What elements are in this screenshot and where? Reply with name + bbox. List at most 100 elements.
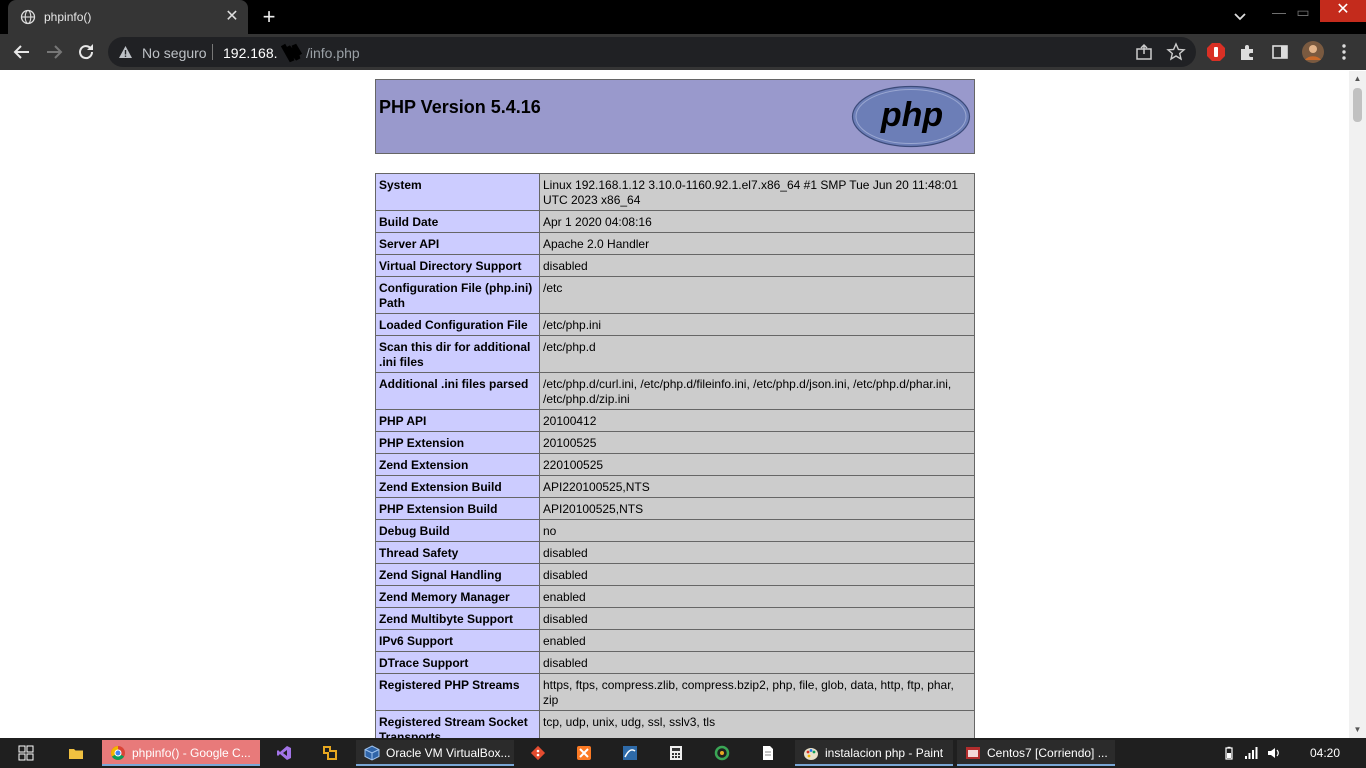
taskbar-task-paint[interactable]: instalacion php - Paint (795, 740, 953, 766)
row-label: Thread Safety (375, 541, 540, 564)
signal-icon[interactable] (1244, 746, 1258, 760)
warning-triangle-icon[interactable] (118, 45, 133, 59)
visual-studio-icon (277, 746, 291, 760)
table-row: Thread Safety disabled (375, 541, 975, 564)
url-host: 192.168. (223, 45, 278, 61)
row-label: Additional .ini files parsed (375, 372, 540, 410)
avatar[interactable] (1301, 40, 1325, 64)
table-row: PHP Extension 20100525 (375, 431, 975, 454)
row-label: Registered PHP Streams (375, 673, 540, 711)
row-value: Apache 2.0 Handler (539, 232, 975, 255)
table-row: Additional .ini files parsed/etc/php.d/c… (375, 372, 975, 410)
taskbar-task-chrome[interactable]: phpinfo() - Google C... (102, 740, 260, 766)
table-row: Registered Stream Socket Transports tcp, … (375, 710, 975, 738)
git-button[interactable] (524, 740, 552, 766)
row-label: PHP API (375, 409, 540, 432)
table-row: Zend Multibyte Support disabled (375, 607, 975, 630)
address-bar[interactable]: No seguro 192.168. /info.php (108, 37, 1196, 67)
task-label: instalacion php - Paint (825, 746, 944, 760)
row-value: disabled (539, 651, 975, 674)
visual-studio-button[interactable] (270, 740, 298, 766)
taskbar-task-centos-vm[interactable]: Centos7 [Corriendo] ... (957, 740, 1115, 766)
redaction-scribble (280, 43, 302, 63)
app-button-yellow[interactable] (316, 740, 344, 766)
forward-arrow-icon[interactable] (43, 41, 65, 63)
php-version-header: PHP Version 5.4.16 php (375, 79, 975, 154)
row-value: 220100525 (539, 453, 975, 476)
row-label: Server API (375, 232, 540, 255)
notepad-button[interactable] (754, 740, 782, 766)
table-row: Build Date Apr 1 2020 04:08:16 (375, 210, 975, 233)
chevron-down-icon[interactable] (1230, 8, 1250, 26)
row-label: Debug Build (375, 519, 540, 542)
menu-dots-icon[interactable] (1334, 42, 1354, 62)
virtualbox-icon (364, 745, 380, 761)
speaker-icon[interactable] (1267, 746, 1281, 760)
row-value: no (539, 519, 975, 542)
row-value: /etc/php.d (539, 335, 975, 373)
row-value: enabled (539, 585, 975, 608)
table-row: IPv6 Support enabled (375, 629, 975, 652)
row-value: Apr 1 2020 04:08:16 (539, 210, 975, 233)
chrome-icon (111, 746, 125, 760)
row-value: API20100525,NTS (539, 497, 975, 520)
scroll-up-arrow-icon[interactable]: ▲ (1353, 75, 1362, 83)
close-window-button[interactable]: ✕ (1320, 0, 1366, 22)
table-row: Virtual Directory Support disabled (375, 254, 975, 277)
table-row: Scan this dir for additional .ini files /… (375, 335, 975, 373)
xampp-icon (577, 746, 591, 760)
workbench-button[interactable] (616, 740, 644, 766)
app-button-green[interactable] (708, 740, 736, 766)
vertical-scrollbar[interactable]: ▲ ▼ (1349, 71, 1366, 738)
side-panel-icon[interactable] (1270, 42, 1290, 62)
table-row: Zend Memory Manager enabled (375, 585, 975, 608)
tool-icon (323, 746, 337, 760)
puzzle-icon[interactable] (1238, 42, 1258, 62)
browser-toolbar: No seguro 192.168. /info.php (0, 34, 1366, 70)
file-explorer-button[interactable] (62, 740, 90, 766)
table-row: Server API Apache 2.0 Handler (375, 232, 975, 255)
row-value: tcp, udp, unix, udg, ssl, sslv3, tls (539, 710, 975, 738)
globe-icon (20, 9, 36, 25)
row-label: PHP Extension Build (375, 497, 540, 520)
close-tab-icon[interactable]: ✕ (224, 9, 240, 25)
row-value: Linux 192.168.1.12 3.10.0-1160.92.1.el7.… (539, 173, 975, 211)
row-label: System (375, 173, 540, 211)
table-row: Zend Extension 220100525 (375, 453, 975, 476)
reload-icon[interactable] (75, 41, 97, 63)
calculator-button[interactable] (662, 740, 690, 766)
taskbar-clock[interactable]: 04:20 (1300, 738, 1350, 768)
row-label: Virtual Directory Support (375, 254, 540, 277)
row-label: PHP Extension (375, 431, 540, 454)
battery-icon[interactable] (1222, 746, 1236, 760)
php-logo-text: php (880, 96, 943, 134)
row-label: Configuration File (php.ini) Path (375, 276, 540, 314)
extension-stop-icon[interactable] (1206, 42, 1226, 62)
url-path: /info.php (306, 45, 360, 61)
row-value: disabled (539, 254, 975, 277)
row-value: disabled (539, 541, 975, 564)
task-view-icon (18, 745, 34, 761)
task-label: Centos7 [Corriendo] ... (987, 746, 1108, 760)
scroll-down-arrow-icon[interactable]: ▼ (1353, 726, 1362, 734)
security-label[interactable]: No seguro (142, 45, 207, 61)
git-icon (530, 745, 546, 761)
back-arrow-icon[interactable] (11, 41, 33, 63)
share-icon[interactable] (1134, 42, 1154, 62)
windows-taskbar: phpinfo() - Google C... Oracle VM Virtua… (0, 738, 1366, 768)
vm-window-icon (966, 747, 980, 759)
row-label: Zend Extension (375, 453, 540, 476)
task-label: Oracle VM VirtualBox... (386, 746, 511, 760)
task-view-button[interactable] (12, 740, 40, 766)
row-label: Registered Stream Socket Transports (375, 710, 540, 738)
table-row: Zend Extension Build API220100525,NTS (375, 475, 975, 498)
new-tab-button[interactable]: + (258, 6, 280, 28)
scrollbar-thumb[interactable] (1353, 88, 1362, 122)
row-value: /etc/php.ini (539, 313, 975, 336)
taskbar-task-virtualbox[interactable]: Oracle VM VirtualBox... (356, 740, 514, 766)
xampp-button[interactable] (570, 740, 598, 766)
bookmark-star-icon[interactable] (1166, 42, 1186, 62)
row-value: disabled (539, 563, 975, 586)
table-row: Debug Build no (375, 519, 975, 542)
browser-tab[interactable]: phpinfo() ✕ (8, 0, 248, 34)
